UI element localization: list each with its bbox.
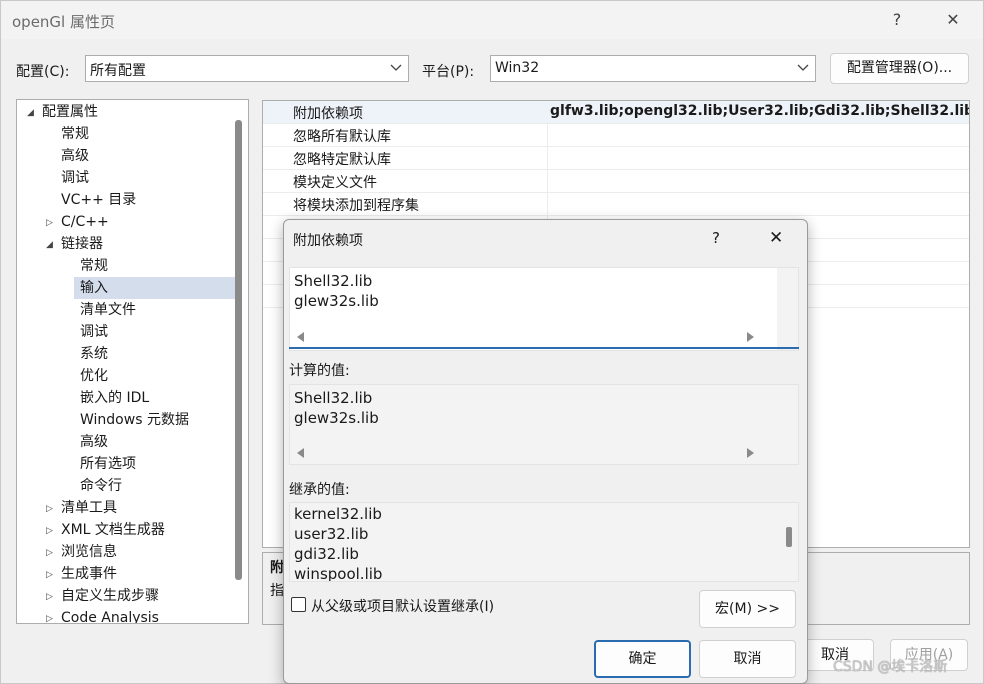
platform-value: Win32 bbox=[495, 60, 540, 76]
config-value: 所有配置 bbox=[90, 63, 146, 79]
macro-button[interactable]: 宏(M) >> bbox=[699, 590, 796, 628]
prop-name: 忽略所有默认库 bbox=[293, 129, 391, 145]
tree-item-linker-advanced[interactable]: 高级 bbox=[80, 431, 108, 453]
inherit-checkbox-label: 从父级或项目默认设置继承(I) bbox=[311, 599, 495, 615]
tree-item-code-analysis[interactable]: Code Analysis bbox=[61, 607, 159, 623]
inherited-label: 继承的值: bbox=[289, 482, 350, 498]
scroll-right-icon[interactable] bbox=[747, 332, 754, 342]
tree-collapse-icon[interactable]: ▷ bbox=[46, 218, 53, 228]
tree-item-general[interactable]: 常规 bbox=[61, 123, 89, 145]
tree-scrollbar[interactable] bbox=[235, 120, 242, 580]
tree-item-linker-general[interactable]: 常规 bbox=[80, 255, 108, 277]
chevron-down-icon bbox=[390, 64, 402, 71]
prop-row-add-module-to-assembly[interactable]: 将模块添加到程序集 bbox=[263, 193, 969, 216]
tree-collapse-icon[interactable]: ▷ bbox=[46, 570, 53, 580]
scroll-right-icon[interactable] bbox=[747, 448, 754, 458]
tree-collapse-icon[interactable]: ▷ bbox=[46, 504, 53, 514]
tree-item-optimization[interactable]: 优化 bbox=[80, 365, 108, 387]
platform-label: 平台(P): bbox=[422, 64, 475, 80]
prop-value: glfw3.lib;opengl32.lib;User32.lib;Gdi32.… bbox=[550, 103, 969, 119]
tree-item-command-line[interactable]: 命令行 bbox=[80, 475, 122, 497]
config-combo[interactable]: 所有配置 bbox=[85, 55, 409, 82]
dialog-help-button[interactable]: ? bbox=[712, 229, 720, 247]
watermark: CSDN @埃卡洛斯 bbox=[833, 659, 948, 675]
tree-item-linker-debugging[interactable]: 调试 bbox=[80, 321, 108, 343]
tree-item-xml-doc-generator[interactable]: XML 文档生成器 bbox=[61, 519, 165, 541]
tree-item-all-options[interactable]: 所有选项 bbox=[80, 453, 136, 475]
close-button[interactable]: ✕ bbox=[930, 5, 976, 35]
inherited-values-box: kernel32.lib user32.lib gdi32.lib winspo… bbox=[289, 502, 799, 582]
tree-expand-icon[interactable]: ◢ bbox=[27, 108, 34, 118]
tree-item-windows-metadata[interactable]: Windows 元数据 bbox=[80, 409, 189, 431]
edit-line: glew32s.lib bbox=[294, 292, 379, 310]
tree-collapse-icon[interactable]: ▷ bbox=[46, 614, 53, 623]
tree-item-manifest-tool[interactable]: 清单工具 bbox=[61, 497, 117, 519]
tree-item-cpp[interactable]: C/C++ bbox=[61, 211, 109, 233]
description-title: 附 bbox=[270, 560, 284, 576]
tree-expand-icon[interactable]: ◢ bbox=[46, 240, 53, 250]
tree-item-manifest-file[interactable]: 清单文件 bbox=[80, 299, 136, 321]
computed-label: 计算的值: bbox=[289, 363, 350, 379]
title-bar: openGl 属性页 ? ✕ bbox=[1, 1, 983, 39]
ok-button[interactable]: 确定 bbox=[594, 640, 691, 678]
property-tree: ◢ 配置属性 常规 高级 调试 VC++ 目录 ▷ C/C++ ◢ 链接器 常规… bbox=[16, 99, 249, 624]
window-title: openGl 属性页 bbox=[12, 13, 115, 31]
tree-item-config-properties[interactable]: 配置属性 bbox=[42, 101, 98, 123]
tree-item-vc-directories[interactable]: VC++ 目录 bbox=[61, 189, 136, 211]
tree-item-custom-build-step[interactable]: 自定义生成步骤 bbox=[61, 585, 159, 607]
tree-collapse-icon[interactable]: ▷ bbox=[46, 592, 53, 602]
computed-line: Shell32.lib bbox=[294, 389, 373, 407]
tree-item-system[interactable]: 系统 bbox=[80, 343, 108, 365]
prop-row-additional-dependencies[interactable]: 附加依赖项 glfw3.lib;opengl32.lib;User32.lib;… bbox=[263, 101, 969, 124]
additional-dependencies-dialog: 附加依赖项 ? ✕ Shell32.lib glew32s.lib 计算的值: … bbox=[283, 219, 808, 684]
platform-combo[interactable]: Win32 bbox=[490, 55, 816, 82]
prop-name: 附加依赖项 bbox=[293, 106, 363, 122]
inherited-line: gdi32.lib bbox=[294, 545, 359, 563]
dialog-cancel-button[interactable]: 取消 bbox=[699, 640, 796, 678]
prop-name: 模块定义文件 bbox=[293, 175, 377, 191]
description-text: 指 bbox=[270, 583, 284, 599]
tree-item-embedded-idl[interactable]: 嵌入的 IDL bbox=[80, 387, 149, 409]
tree-collapse-icon[interactable]: ▷ bbox=[46, 548, 53, 558]
tree-item-linker-input[interactable]: 输入 bbox=[80, 277, 108, 299]
dialog-title: 附加依赖项 bbox=[293, 233, 363, 249]
inherited-scroll-thumb[interactable] bbox=[786, 527, 792, 547]
edit-focus-underline bbox=[289, 347, 799, 349]
computed-line: glew32s.lib bbox=[294, 409, 379, 427]
tree-item-browse-info[interactable]: 浏览信息 bbox=[61, 541, 117, 563]
config-label: 配置(C): bbox=[16, 64, 70, 80]
tree-item-linker[interactable]: 链接器 bbox=[61, 233, 103, 255]
tree-item-advanced[interactable]: 高级 bbox=[61, 145, 89, 167]
tree-collapse-icon[interactable]: ▷ bbox=[46, 526, 53, 536]
inherit-checkbox[interactable] bbox=[291, 597, 306, 612]
tree-item-debugging[interactable]: 调试 bbox=[61, 167, 89, 189]
prop-row-ignore-specific-default-libs[interactable]: 忽略特定默认库 bbox=[263, 147, 969, 170]
config-manager-button[interactable]: 配置管理器(O)... bbox=[830, 53, 969, 84]
prop-name: 将模块添加到程序集 bbox=[293, 198, 419, 214]
edit-hscroll[interactable] bbox=[289, 328, 778, 346]
computed-hscroll[interactable] bbox=[289, 444, 778, 462]
inherited-line: winspool.lib bbox=[294, 565, 383, 582]
edit-vscroll[interactable] bbox=[777, 268, 798, 350]
prop-name: 忽略特定默认库 bbox=[293, 152, 391, 168]
inherited-line: kernel32.lib bbox=[294, 505, 382, 523]
scroll-left-icon[interactable] bbox=[297, 332, 304, 342]
inherited-line: user32.lib bbox=[294, 525, 369, 543]
prop-row-module-definition-file[interactable]: 模块定义文件 bbox=[263, 170, 969, 193]
edit-line: Shell32.lib bbox=[294, 272, 373, 290]
chevron-down-icon bbox=[797, 64, 809, 71]
dialog-close-button[interactable]: ✕ bbox=[769, 228, 783, 248]
prop-row-ignore-all-default-libs[interactable]: 忽略所有默认库 bbox=[263, 124, 969, 147]
tree-item-build-events[interactable]: 生成事件 bbox=[61, 563, 117, 585]
scroll-left-icon[interactable] bbox=[297, 448, 304, 458]
help-button[interactable]: ? bbox=[874, 5, 920, 35]
